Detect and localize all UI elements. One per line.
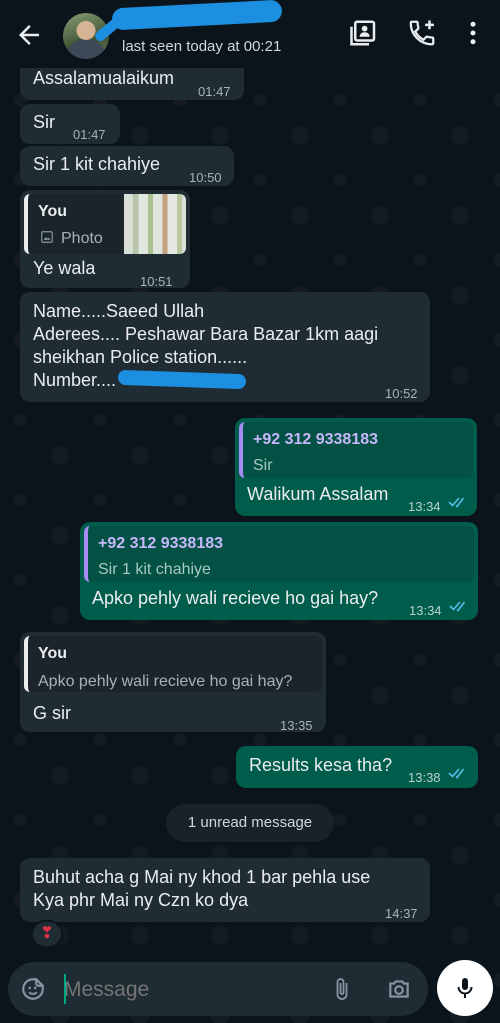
- attach-icon[interactable]: [330, 976, 354, 1002]
- message-bubble[interactable]: You Photo Ye wala 10:51: [20, 190, 190, 289]
- message-text: Buhut acha g Mai ny khod 1 bar pehla use…: [33, 866, 370, 912]
- double-tick-icon: [449, 601, 466, 612]
- quote-author: You: [38, 203, 68, 220]
- message-text: Apko pehly wali recieve ho gai hay?: [92, 588, 379, 608]
- quoted-message[interactable]: +92 312 9338183 Sir 1 kit chahiye: [84, 526, 474, 582]
- message-time: 13:38: [408, 770, 441, 785]
- message-text: Walikum Assalam: [247, 484, 389, 504]
- message-time: 10:50: [189, 170, 222, 185]
- message-text: G sir: [33, 703, 71, 723]
- message-time: 13:34: [409, 603, 442, 618]
- message-line: Name.....Saeed Ullah: [33, 301, 205, 321]
- message-line: sheikhan Police station......: [33, 347, 248, 367]
- message-text: Assalamualaikum: [33, 68, 175, 88]
- quote-text: Sir: [253, 457, 273, 474]
- quoted-message[interactable]: +92 312 9338183 Sir: [239, 422, 473, 478]
- message-line: Aderees.... Peshawar Bara Bazar 1km aagi: [33, 324, 379, 344]
- quoted-message[interactable]: You Photo: [24, 194, 186, 254]
- heart-exclamation-icon[interactable]: ❣: [31, 920, 63, 948]
- double-tick-icon: [448, 768, 465, 779]
- add-call-icon[interactable]: [407, 18, 437, 48]
- quote-author: +92 312 9338183: [98, 535, 224, 552]
- message-line: Kya phr Mai ny Czn ko dya: [33, 890, 249, 910]
- sticker-icon[interactable]: [20, 976, 46, 1002]
- message-composer: [8, 962, 428, 1016]
- message-text: Sir 1 kit chahiye: [33, 154, 161, 174]
- quote-text: Apko pehly wali recieve ho gai hay?: [38, 673, 293, 690]
- message-text: Sir: [33, 112, 55, 132]
- message-time: 13:34: [408, 499, 441, 514]
- message-input[interactable]: [64, 976, 304, 1004]
- message-bubble[interactable]: You Apko pehly wali recieve ho gai hay? …: [20, 632, 326, 733]
- message-time: 13:35: [280, 718, 313, 733]
- message-time: 01:47: [73, 127, 106, 142]
- message-time: 10:52: [385, 386, 418, 401]
- message-bubble[interactable]: +92 312 9338183 Sir Walikum Assalam 13:3…: [235, 418, 477, 516]
- chat-header: +92 312 9338183 last seen today at 00:21: [0, 0, 500, 68]
- message-bubble[interactable]: Results kesa tha? 13:38: [236, 746, 478, 788]
- message-time: 01:47: [198, 84, 231, 99]
- message-bubble[interactable]: Sir 1 kit chahiye 10:50: [20, 146, 234, 186]
- quote-author: You: [38, 645, 68, 662]
- last-seen-status: last seen today at 00:21: [122, 38, 282, 55]
- more-vert-icon[interactable]: [458, 18, 488, 48]
- quote-text: Sir 1 kit chahiye: [98, 561, 211, 578]
- mic-icon: [457, 978, 473, 998]
- message-time: 14:37: [385, 906, 418, 921]
- quote-text: Photo: [61, 230, 103, 247]
- message-bubble[interactable]: +92 312 9338183 Sir 1 kit chahiye Apko p…: [80, 522, 478, 620]
- back-arrow-icon[interactable]: [14, 20, 44, 50]
- message-bubble[interactable]: Buhut acha g Mai ny khod 1 bar pehla use…: [20, 858, 430, 922]
- message-text: Ye wala: [33, 258, 96, 278]
- camera-icon[interactable]: [386, 976, 412, 1002]
- contact-card-icon[interactable]: [349, 18, 379, 48]
- photo-thumbnail[interactable]: [124, 194, 186, 254]
- text-caret: [64, 974, 66, 1004]
- message-bubble[interactable]: Sir 01:47: [20, 104, 120, 144]
- quoted-message[interactable]: You Apko pehly wali recieve ho gai hay?: [24, 636, 322, 692]
- message-line: Buhut acha g Mai ny khod 1 bar pehla use: [33, 867, 371, 887]
- message-text: Results kesa tha?: [249, 755, 393, 775]
- quote-author: +92 312 9338183: [253, 431, 379, 448]
- photo-icon: [41, 231, 53, 243]
- voice-record-button[interactable]: [437, 960, 493, 1016]
- double-tick-icon: [448, 497, 465, 508]
- unread-messages-divider: 1 unread message: [166, 804, 334, 842]
- message-time: 10:51: [140, 274, 173, 289]
